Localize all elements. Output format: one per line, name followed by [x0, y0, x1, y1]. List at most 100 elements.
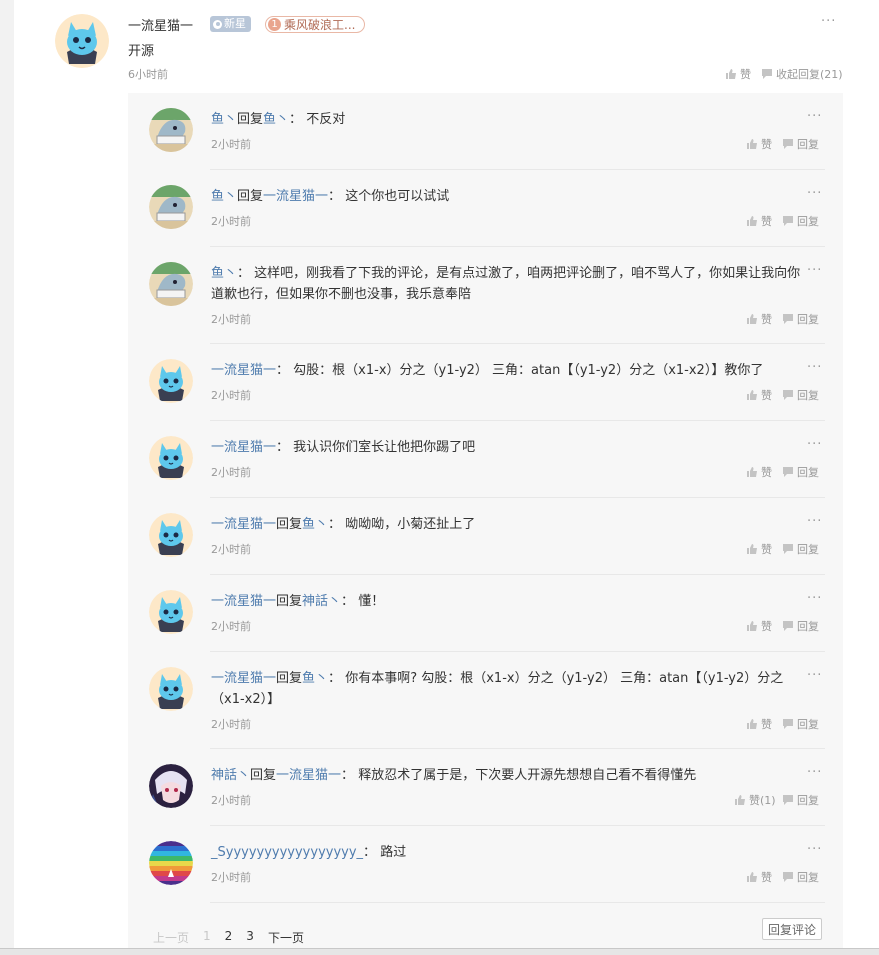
reply-like-button[interactable]: 赞 — [746, 716, 772, 732]
reply-avatar[interactable] — [149, 590, 193, 634]
reply-target-username[interactable]: 鱼丶 — [302, 671, 328, 686]
thumbs-up-icon — [746, 215, 758, 227]
reply-reply-button[interactable]: 回复 — [782, 792, 819, 808]
reply-reply-button[interactable]: 回复 — [782, 716, 819, 732]
reply-separator: ： — [341, 768, 355, 783]
level-badge-label: 乘风破浪工... — [284, 18, 356, 32]
reply-like-button[interactable]: 赞 — [746, 213, 772, 229]
reply-avatar[interactable] — [149, 262, 193, 306]
reply-word: 回复 — [276, 594, 303, 609]
collapse-replies-button[interactable]: 收起回复(21) — [761, 66, 843, 82]
reply-reply-button[interactable]: 回复 — [782, 869, 819, 885]
reply-reply-button[interactable]: 回复 — [782, 136, 819, 152]
reply-target-username[interactable]: 鱼丶 — [263, 112, 289, 127]
thumbs-up-icon — [746, 389, 758, 401]
reply-username[interactable]: 一流星猫一 — [211, 363, 276, 378]
reply-avatar[interactable] — [149, 185, 193, 229]
reply-more-button[interactable]: ··· — [807, 186, 822, 201]
main-like-button[interactable]: 赞 — [725, 66, 751, 82]
thumbs-up-icon — [746, 871, 758, 883]
reply-target-username[interactable]: 一流星猫一 — [276, 768, 341, 783]
reply-avatar[interactable] — [149, 436, 193, 480]
reply-separator: ： — [276, 363, 290, 378]
reply-username[interactable]: _Syyyyyyyyyyyyyyyyy_ — [211, 845, 363, 860]
reply-avatar[interactable] — [149, 764, 193, 808]
reply-username[interactable]: 鱼丶 — [211, 266, 237, 281]
thumbs-up-icon — [746, 466, 758, 478]
reply-target-username[interactable]: 鱼丶 — [302, 517, 328, 532]
reply-more-button[interactable]: ··· — [807, 360, 822, 375]
page-1-button[interactable]: 1 — [203, 929, 211, 946]
main-avatar[interactable] — [55, 14, 109, 68]
reply-like-button[interactable]: 赞 — [746, 136, 772, 152]
reply-more-button[interactable]: ··· — [807, 263, 822, 278]
reply-comment-button[interactable]: 回复评论 — [762, 918, 822, 940]
reply-more-button[interactable]: ··· — [807, 437, 822, 452]
reply-more-button[interactable]: ··· — [807, 514, 822, 529]
new-star-badge-label: 新星 — [224, 17, 246, 30]
reply-text: 神話丶回复一流星猫一： 释放忍术了属于是，下次要人开源先想想自己看不看得懂先 — [211, 765, 801, 786]
reply-separator: ： — [328, 189, 342, 204]
reply-username[interactable]: 鱼丶 — [211, 189, 237, 204]
reply-like-button[interactable]: 赞 — [746, 618, 772, 634]
reply-like-label: 赞 — [761, 718, 772, 731]
reply-avatar[interactable] — [149, 513, 193, 557]
comment-icon — [782, 389, 794, 401]
reply-username[interactable]: 一流星猫一 — [211, 517, 276, 532]
reply-like-button[interactable]: 赞 — [746, 464, 772, 480]
page-2-button[interactable]: 2 — [225, 929, 233, 946]
reply-more-button[interactable]: ··· — [807, 765, 822, 780]
reply-content: 懂！ — [358, 594, 385, 609]
next-page-button[interactable]: 下一页 — [268, 929, 304, 946]
reply-avatar[interactable] — [149, 359, 193, 403]
reply-username[interactable]: 神話丶 — [211, 768, 250, 783]
reply-word: 回复 — [237, 189, 264, 204]
main-username[interactable]: 一流星猫一 — [128, 15, 193, 34]
reply-reply-label: 回复 — [797, 871, 819, 884]
reply-username[interactable]: 一流星猫一 — [211, 671, 276, 686]
reply-username[interactable]: 鱼丶 — [211, 112, 237, 127]
reply-avatar[interactable] — [149, 841, 193, 885]
reply-separator: ： — [341, 594, 355, 609]
reply-separator: ： — [363, 845, 377, 860]
reply-text: 鱼丶： 这样吧，刚我看了下我的评论，是有点过激了，咱两把评论删了，咱不骂人了，你… — [211, 263, 801, 305]
reply-username[interactable]: 一流星猫一 — [211, 440, 276, 455]
reply-more-button[interactable]: ··· — [807, 591, 822, 606]
reply-reply-button[interactable]: 回复 — [782, 464, 819, 480]
reply-like-button[interactable]: 赞 — [746, 541, 772, 557]
reply-like-button[interactable]: 赞(1) — [734, 792, 776, 808]
reply-more-button[interactable]: ··· — [807, 109, 822, 124]
reply-reply-button[interactable]: 回复 — [782, 618, 819, 634]
reply-avatar[interactable] — [149, 667, 193, 711]
reply-item: 鱼丶回复鱼丶： 不反对 ··· 2小时前 赞 回复 — [128, 93, 843, 170]
level-badge[interactable]: 1 乘风破浪工... — [265, 16, 365, 33]
page-3-button[interactable]: 3 — [246, 929, 254, 946]
reply-username[interactable]: 一流星猫一 — [211, 594, 276, 609]
reply-separator: ： — [328, 671, 342, 686]
reply-like-label: 赞 — [761, 543, 772, 556]
main-more-button[interactable]: ··· — [821, 14, 836, 29]
reply-text: 一流星猫一回复鱼丶： 你有本事啊? 勾股：根（x1-x）分之（y1-y2） 三角… — [211, 668, 801, 710]
reply-time: 2小时前 — [211, 543, 251, 556]
comment-icon — [782, 466, 794, 478]
reply-reply-label: 回复 — [797, 215, 819, 228]
reply-target-username[interactable]: 一流星猫一 — [263, 189, 328, 204]
reply-content: 这个你也可以试试 — [345, 189, 450, 204]
reply-avatar[interactable] — [149, 108, 193, 152]
reply-like-button[interactable]: 赞 — [746, 387, 772, 403]
thumbs-up-icon — [746, 313, 758, 325]
reply-more-button[interactable]: ··· — [807, 668, 822, 683]
reply-reply-button[interactable]: 回复 — [782, 311, 819, 327]
reply-reply-button[interactable]: 回复 — [782, 213, 819, 229]
reply-more-button[interactable]: ··· — [807, 842, 822, 857]
reply-text: 鱼丶回复鱼丶： 不反对 — [211, 109, 801, 130]
reply-like-button[interactable]: 赞 — [746, 869, 772, 885]
reply-target-username[interactable]: 神話丶 — [302, 594, 341, 609]
reply-reply-label: 回复 — [797, 466, 819, 479]
prev-page-button[interactable]: 上一页 — [153, 929, 189, 946]
reply-like-button[interactable]: 赞 — [746, 311, 772, 327]
reply-item: 一流星猫一回复神話丶： 懂！ ··· 2小时前 赞 回复 — [128, 575, 843, 652]
reply-reply-button[interactable]: 回复 — [782, 541, 819, 557]
bottom-scrollbar[interactable] — [0, 948, 879, 955]
reply-reply-button[interactable]: 回复 — [782, 387, 819, 403]
